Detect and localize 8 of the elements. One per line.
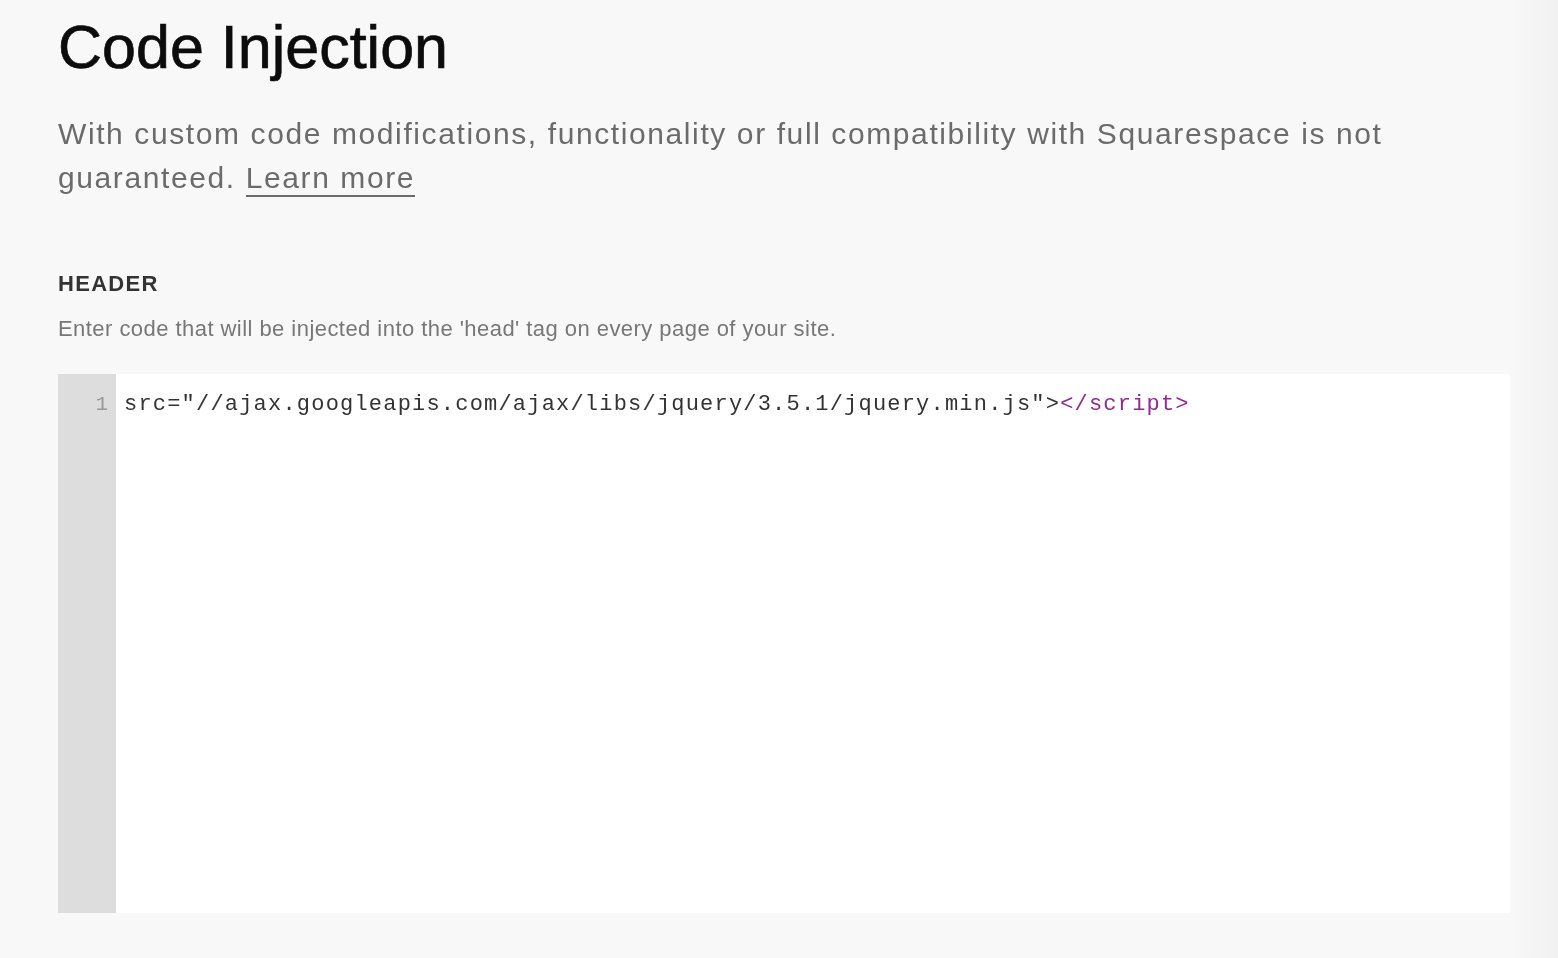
line-number: 1 [95, 392, 109, 418]
page-title: Code Injection [58, 14, 449, 80]
code-editor[interactable]: 1 src="//ajax.googleapis.com/ajax/libs/jquery/3.5.1/jquery.min.js"></script> [58, 374, 1510, 913]
section-description: Enter code that will be injected into the 'head' tag on every page of your site. [58, 315, 838, 343]
notice-text: With custom code modifications, functionality or full compatibility with Squarespace is not guaranteed. Learn more [58, 112, 1458, 200]
code-line: src="//ajax.googleapis.com/ajax/libs/jquery/3.5.1/jquery.min.js"></script> [124, 392, 1190, 418]
section-heading: HEADER [58, 270, 160, 298]
learn-more-link[interactable]: Learn more [245, 161, 416, 197]
